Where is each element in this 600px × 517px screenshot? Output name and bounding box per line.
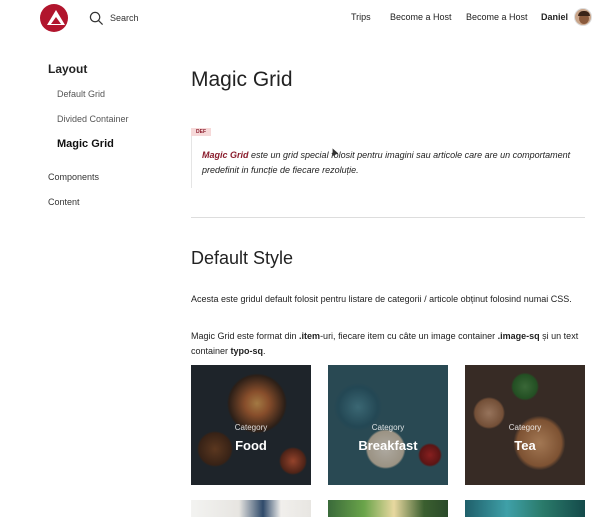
nav-become-host[interactable]: Become a Host (390, 12, 452, 22)
card-name: Food (235, 438, 267, 453)
search-icon (89, 11, 104, 25)
sidebar-item-divided-container[interactable]: Divided Container (57, 114, 129, 124)
definition-text: Magic Grid este un grid special folosit … (202, 148, 582, 178)
user-name[interactable]: Daniel (541, 12, 568, 22)
definition-term: Magic Grid (202, 150, 249, 160)
paragraph-structure: Magic Grid este format din .item-uri, fi… (191, 329, 586, 359)
search-button[interactable]: Search (89, 9, 139, 27)
card-category: Category (508, 423, 542, 432)
page-title: Magic Grid (191, 68, 293, 91)
sidebar-heading-layout[interactable]: Layout (48, 62, 87, 76)
sidebar-item-components[interactable]: Components (48, 172, 99, 182)
definition-block: DEF Magic Grid este un grid special folo… (191, 128, 591, 188)
logo-triangle-inner (51, 17, 61, 24)
nav-trips[interactable]: Trips (351, 12, 371, 22)
grid-card-tea[interactable]: Category Tea (465, 365, 585, 485)
paragraph-text: . (263, 346, 266, 356)
logo-icon[interactable] (40, 4, 68, 32)
grid-card-breakfast[interactable]: Category Breakfast (328, 365, 448, 485)
grid-card-partial-1[interactable] (191, 500, 311, 517)
sidebar-item-magic-grid[interactable]: Magic Grid (57, 138, 114, 150)
grid-card-partial-3[interactable] (465, 500, 585, 517)
definition-body: este un grid special folosit pentru imag… (202, 150, 571, 175)
paragraph-text: Magic Grid este format din (191, 331, 300, 341)
sidebar-item-default-grid[interactable]: Default Grid (57, 89, 105, 99)
card-category: Category (234, 423, 268, 432)
definition-tag: DEF (191, 128, 211, 136)
avatar-hair (578, 11, 590, 16)
search-label: Search (110, 13, 139, 23)
section-title-default-style: Default Style (191, 248, 294, 268)
code-typo-sq: typo-sq (230, 346, 264, 356)
section-divider (191, 217, 585, 218)
code-image-sq: .image-sq (497, 331, 540, 341)
grid-card-food[interactable]: Category Food (191, 365, 311, 485)
paragraph-intro: Acesta este gridul default folosit pentr… (191, 294, 572, 304)
card-name: Tea (514, 438, 536, 453)
nav-become-host-2[interactable]: Become a Host (466, 12, 528, 22)
code-item: .item (299, 331, 321, 341)
card-category: Category (371, 423, 405, 432)
avatar[interactable] (574, 8, 592, 26)
sidebar-item-content[interactable]: Content (48, 197, 80, 207)
card-name: Breakfast (358, 438, 418, 453)
grid-card-partial-2[interactable] (328, 500, 448, 517)
top-navbar: Search Trips Become a Host Become a Host… (0, 0, 600, 36)
definition-border (191, 136, 192, 188)
paragraph-text: -uri, fiecare item cu câte un image cont… (320, 331, 498, 341)
